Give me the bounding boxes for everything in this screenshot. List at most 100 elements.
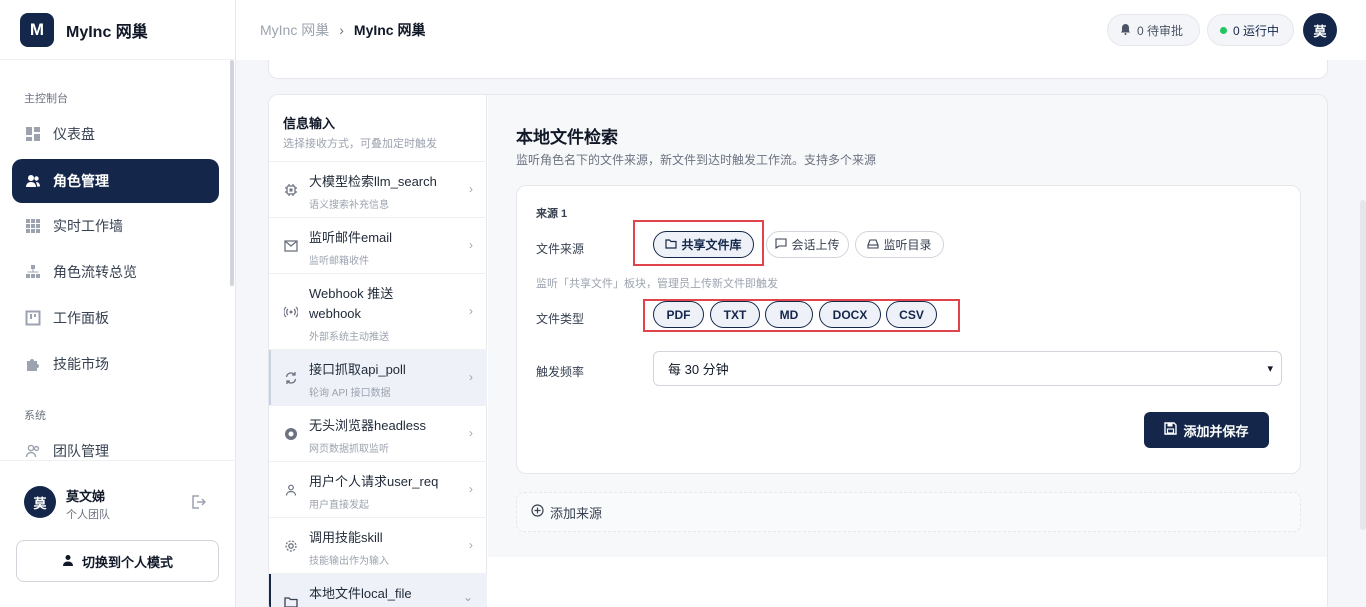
sidebar-scrollbar[interactable] [230,60,234,286]
input-list-title: 信息输入 [283,116,336,131]
user-name: 莫文娣 [66,489,106,504]
grid-icon [25,218,41,234]
users-icon [25,173,41,189]
nav-item-live-wall[interactable]: 实时工作墙 [12,204,219,248]
input-item-name: 用户个人请求user_req [309,474,439,489]
input-item-name: 监听邮件email [309,230,393,245]
input-item-llm-search[interactable]: 大模型检索llm_search 语义搜索补充信息 › [269,161,487,217]
header-avatar[interactable]: 莫 [1303,13,1337,47]
chevron-right-icon: › [469,304,473,318]
chevron-down-icon: ⌄ [462,590,473,604]
input-item-local-file[interactable]: 本地文件local_file ⌄ [269,573,487,607]
input-config-card: 信息输入 选择接收方式，可叠加定时触发 大模型检索llm_search 语义搜索… [268,94,1328,607]
refresh-icon [283,370,299,386]
nav-label: 角色管理 [53,173,109,189]
input-item-desc: 监听邮箱收件 [309,256,369,267]
input-item-user-req[interactable]: 用户个人请求user_req 用户直接发起 › [269,461,487,517]
nav-label: 实时工作墙 [53,218,123,234]
switch-mode-button[interactable]: 切换到个人模式 [16,540,219,582]
input-item-desc: 轮询 API 接口数据 [309,388,391,399]
browser-icon [283,426,299,442]
input-item-desc: 外部系统主动推送 [309,332,389,343]
breadcrumb-parent[interactable]: MyInc 网巢 [260,20,329,40]
file-type-label: 文件类型 [536,312,585,326]
logout-icon[interactable] [190,494,207,515]
dashboard-icon [25,126,41,142]
drive-icon [867,238,880,252]
chevron-right-icon: › [469,238,473,252]
file-source-label: 文件来源 [536,242,585,256]
file-type-md[interactable]: MD [765,301,813,328]
trigger-frequency-label: 触发频率 [536,365,585,379]
file-type-docx[interactable]: DOCX [819,301,881,328]
plus-circle-icon [531,504,544,520]
source-option-label: 会话上传 [791,238,840,252]
input-item-api-poll[interactable]: 接口抓取api_poll 轮询 API 接口数据 › [269,349,487,405]
input-item-webhook[interactable]: Webhook 推送 webhook 外部系统主动推送 › [269,273,487,349]
page-scrollbar[interactable] [1360,200,1366,530]
input-item-email[interactable]: 监听邮件email 监听邮箱收件 › [269,217,487,273]
chat-icon [775,237,788,252]
input-item-desc: 语义搜索补充信息 [309,200,389,211]
panel-icon [25,310,41,326]
trigger-frequency-select[interactable]: 每 30 分钟 ▾ [653,351,1282,386]
source-card: 来源 1 文件来源 共享文件库 会话上传 监听目录 监听「共享文件」板块，管理员… [516,185,1301,474]
save-label: 添加并保存 [1183,423,1249,439]
add-and-save-button[interactable]: 添加并保存 [1144,412,1269,448]
chip-icon [283,182,299,198]
sidebar-nav: 主控制台 仪表盘 角色管理 实时工作墙 角色流转总览 工作面板 技能市场 系统 [0,60,236,460]
chevron-right-icon: › [469,370,473,384]
user-avatar[interactable]: 莫 [24,486,56,518]
nav-item-dashboard[interactable]: 仪表盘 [12,112,219,156]
source-option-chat-upload[interactable]: 会话上传 [766,231,849,258]
brand-name: MyInc 网巢 [66,23,148,41]
file-type-pdf[interactable]: PDF [653,301,704,328]
running-dot-icon [1220,26,1227,34]
input-list-subtitle: 选择接收方式，可叠加定时触发 [283,138,437,150]
nav-item-skill-market[interactable]: 技能市场 [12,342,219,386]
nav-item-team-manage[interactable]: 团队管理 [12,429,219,460]
input-item-name: Webhook 推送 [309,286,394,301]
top-card-edge [268,60,1328,79]
source-option-label: 共享文件库 [681,238,742,252]
input-item-headless[interactable]: 无头浏览器headless 网页数据抓取监听 › [269,405,487,461]
pending-label: 0 待审批 [1137,23,1184,38]
input-item-desc: 网页数据抓取监听 [309,444,389,455]
file-type-csv[interactable]: CSV [886,301,937,328]
detail-footer-area [488,557,1327,607]
nav-item-role-flow[interactable]: 角色流转总览 [12,250,219,294]
chevron-right-icon: › [469,482,473,496]
input-item-desc: 用户直接发起 [309,500,369,511]
file-type-txt[interactable]: TXT [710,301,760,328]
broadcast-icon [283,304,299,320]
breadcrumb: MyInc 网巢 › MyInc 网巢 [260,20,425,40]
nav-section-main: 主控制台 [24,93,68,105]
source-option-watch-dir[interactable]: 监听目录 [855,231,944,258]
pending-approvals-badge[interactable]: 0 待审批 [1107,14,1200,46]
source-option-shared-library[interactable]: 共享文件库 [653,231,754,258]
user-team: 个人团队 [66,509,110,521]
nav-label: 工作面板 [53,310,109,326]
input-item-name: 本地文件local_file [309,586,412,601]
chevron-down-icon: ▾ [1267,363,1273,375]
trigger-frequency-value: 每 30 分钟 [668,362,729,377]
detail-subtitle: 监听角色名下的文件来源，新文件到达时触发工作流。支持多个来源 [516,153,877,167]
nav-label: 仪表盘 [53,126,95,142]
folder-icon [283,594,299,607]
local-file-detail: 本地文件检索 监听角色名下的文件来源，新文件到达时触发工作流。支持多个来源 来源… [488,95,1327,557]
gear-icon [283,538,299,554]
source-hint: 监听「共享文件」板块，管理员上传新文件即触发 [536,278,778,290]
add-source-button[interactable]: 添加来源 [516,492,1301,532]
chevron-right-icon: › [469,182,473,196]
nav-item-work-panel[interactable]: 工作面板 [12,296,219,340]
chevron-right-icon: › [469,426,473,440]
input-item-skill[interactable]: 调用技能skill 技能输出作为输入 › [269,517,487,573]
mail-icon [283,238,299,254]
nav-item-roles[interactable]: 角色管理 [12,159,219,203]
input-item-name: 调用技能skill [309,530,383,545]
running-status-badge[interactable]: 0 运行中 [1207,14,1294,46]
chevron-right-icon: › [469,538,473,552]
nav-label: 团队管理 [53,443,109,459]
input-item-name: 接口抓取api_poll [309,362,406,377]
breadcrumb-current: MyInc 网巢 [353,22,426,38]
